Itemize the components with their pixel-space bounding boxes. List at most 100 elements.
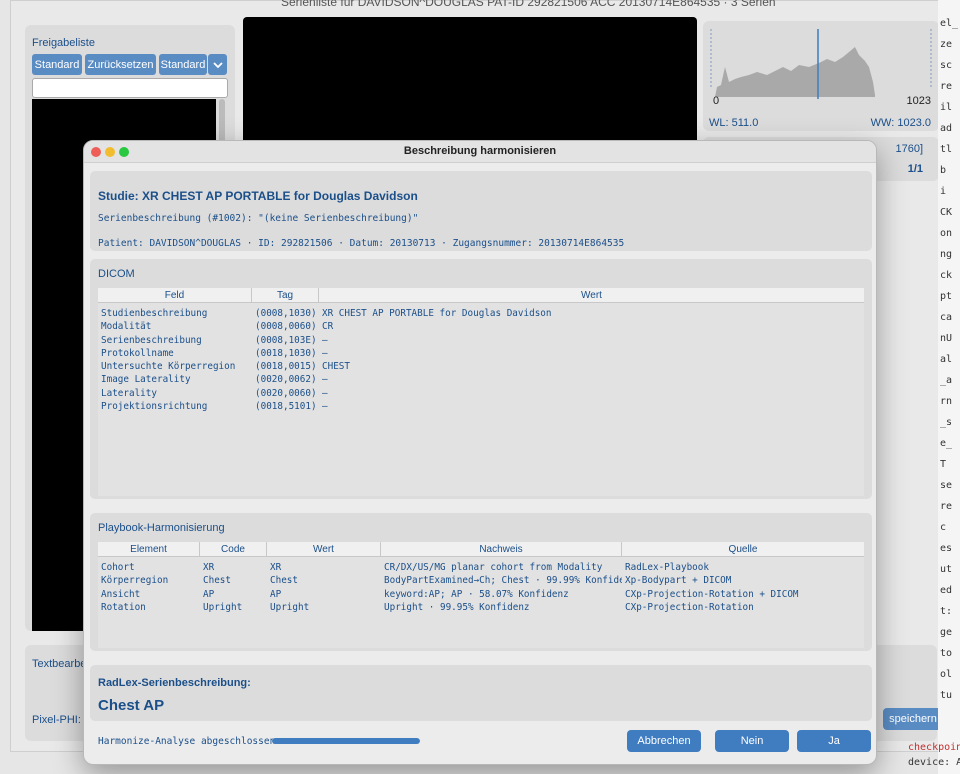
dicom-row[interactable]: Studienbeschreibung (0008,1030) XR CHEST A… [98,307,864,320]
table-cell: CHEST [322,361,350,373]
table-cell: Chest [203,575,231,587]
column-header-nachweis[interactable]: Nachweis [381,542,622,556]
code-line: b [940,165,947,176]
freigabe-label: Freigabeliste [32,37,95,49]
column-header-code[interactable]: Code [200,542,267,556]
playbook-section: Playbook-Harmonisierung Element Code Wer… [90,513,872,651]
code-line: el_ [940,18,959,29]
table-cell: (0020,0062) [255,374,317,386]
reset-button[interactable]: Zurücksetzen [85,54,156,75]
standard-button[interactable]: Standard [32,54,82,75]
histogram-max: 1023 [906,95,931,107]
code-line: _a [940,375,953,386]
no-button[interactable]: Nein [715,730,789,752]
code-line: ck [940,270,953,281]
column-header-feld[interactable]: Feld [98,288,252,302]
code-line: c [940,522,947,533]
dicom-row[interactable]: Protokollname (0018,1030) — [98,347,864,360]
table-cell: (0018,5101) [255,401,317,413]
playbook-table[interactable]: Element Code Wert Nachweis Quelle Cohort… [98,542,864,648]
playbook-row[interactable]: Cohort XR XR CR/DX/US/MG planar cohort from… [98,561,864,574]
table-cell: XR [203,562,215,573]
code-line: checkpoin [908,742,960,753]
code-line: ad [940,123,953,134]
dicom-row[interactable]: Serienbeschreibung (0008,103E) — [98,334,864,347]
table-cell: (0008,1030) [255,308,317,319]
code-line: tl [940,144,953,155]
harmonize-dialog: Beschreibung harmonisieren Studie: XR CH… [83,140,877,765]
playbook-row[interactable]: Ansicht AP AP keyword:AP; AP · 58.07% Konfi… [98,588,864,601]
code-line: to [940,648,953,659]
table-cell: Chest [270,575,298,587]
code-line: i [940,186,947,197]
code-line: e_ [940,438,953,449]
table-cell: Rotation [101,601,146,613]
dicom-row[interactable]: Projektionsrichtung (0018,5101) — [98,400,864,413]
window-level: WL: 511.0 [709,117,759,129]
code-line: ng [940,249,953,260]
radlex-value: Chest AP [98,697,165,714]
table-cell: Upright · 99.95% Konfidenz [384,601,530,613]
table-cell: — [322,401,328,413]
dicom-row[interactable]: Modalität (0008,0060) CR [98,320,864,333]
table-cell: AP [270,588,282,600]
table-cell: Untersuchte Körperregion [101,361,236,373]
table-cell: — [322,334,328,346]
dicom-row[interactable]: Image Laterality (0020,0062) — [98,373,864,386]
table-cell: Upright [203,601,243,613]
table-cell: Laterality [101,387,157,399]
table-cell: — [322,374,328,386]
code-line: re [940,501,953,512]
table-cell: Studienbeschreibung [101,308,208,319]
save-button[interactable]: speichern [883,708,943,730]
code-line: es [940,543,953,554]
code-line: t: [940,606,953,617]
page-indicator: 1/1 [907,163,923,175]
histogram-chart[interactable] [709,27,933,99]
series-description: Serienbeschreibung (#1002): "(keine Seri… [98,213,419,224]
table-cell: Cohort [101,562,135,573]
code-line: ca [940,312,953,323]
code-line: ge [940,627,953,638]
table-cell: BodyPartExamined→Ch; Chest · 99.99% Konf… [384,575,622,587]
yes-button[interactable]: Ja [797,730,871,752]
dicom-table[interactable]: Feld Tag Wert Studienbeschreibung (0008,1… [98,288,864,496]
table-cell: RadLex-Playbook [625,562,709,573]
dicom-row[interactable]: Untersuchte Körperregion (0018,0015) CHEST [98,360,864,373]
image-viewer[interactable] [243,17,697,147]
dicom-row[interactable]: Laterality (0020,0060) — [98,387,864,400]
code-line: ed [940,585,953,596]
playbook-row[interactable]: Rotation Upright Upright Upright · 99.95% K… [98,601,864,614]
code-line: _s [940,417,953,428]
table-cell: Protokollname [101,347,174,359]
cancel-button[interactable]: Abbrechen [627,730,701,752]
freigabe-search-input[interactable] [32,78,228,98]
column-header-quelle[interactable]: Quelle [622,542,864,556]
table-cell: — [322,347,328,359]
column-header-tag[interactable]: Tag [252,288,319,302]
table-cell: XR [270,562,282,573]
table-cell: — [322,387,328,399]
table-cell: Upright [270,601,310,613]
code-editor-strip: el_ ze sc re il ad tl b i CK on ng ck pt ca nU al _a rn _s e… [938,0,960,774]
chevron-down-icon[interactable] [208,54,227,75]
table-cell: AP [203,588,215,600]
table-cell: (0008,103E) [255,334,317,346]
table-cell: Körperregion [101,575,169,587]
table-cell: Modalität [101,321,152,333]
window-title: Serienliste für DAVIDSON^DOUGLAS PAT-ID … [281,0,776,9]
table-cell: (0018,0015) [255,361,317,373]
study-info-section: Studie: XR CHEST AP PORTABLE for Douglas… [90,171,872,251]
table-cell: Serienbeschreibung [101,334,202,346]
table-cell: Xp-Bodypart + DICOM [625,575,732,587]
column-header-wert[interactable]: Wert [267,542,381,556]
code-line: T [940,459,947,470]
column-header-element[interactable]: Element [98,542,200,556]
study-title: Studie: XR CHEST AP PORTABLE for Douglas… [98,189,418,203]
playbook-row[interactable]: Körperregion Chest Chest BodyPartExamined→C… [98,574,864,587]
code-line: il [940,102,953,113]
column-header-wert[interactable]: Wert [319,288,864,302]
code-line: pt [940,291,953,302]
table-cell: (0018,1030) [255,347,317,359]
standard-dropdown-button[interactable]: Standard [159,54,207,75]
